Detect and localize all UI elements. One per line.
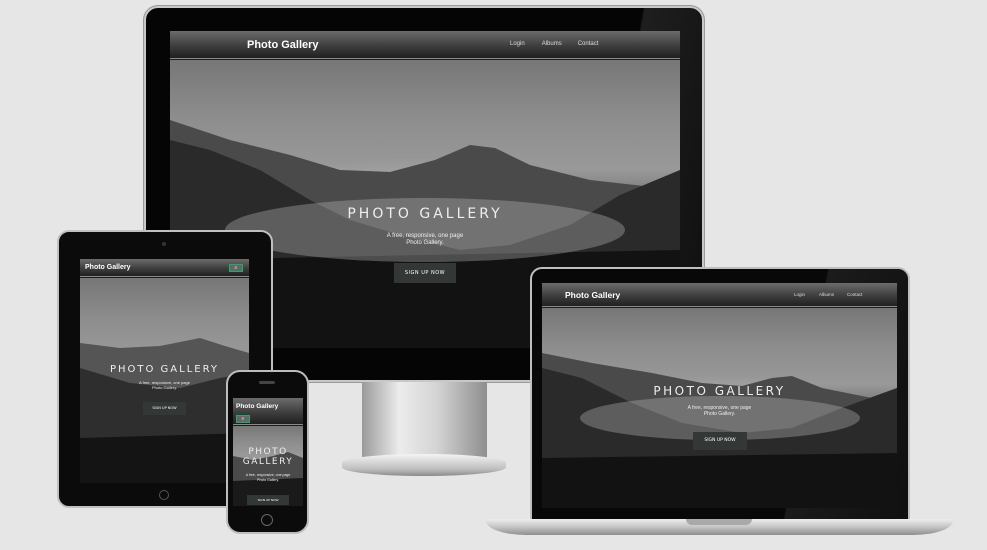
laptop-nav-login[interactable]: Login <box>794 292 805 297</box>
tablet-brand[interactable]: Photo Gallery <box>85 264 131 271</box>
phone-hero-title-1: PHOTO <box>248 447 288 457</box>
laptop-hero-subtitle-2: Photo Gallery. <box>703 411 736 417</box>
tablet-home-button[interactable] <box>159 490 169 500</box>
tablet-hero: PHOTO GALLERY A free, responsive, one pa… <box>80 278 249 483</box>
laptop-screen: Photo Gallery Login Albums Contact PHOTO… <box>542 283 897 508</box>
tablet-camera <box>162 242 166 246</box>
tablet-screen: Photo Gallery ≡ PHOTO GALLERY A free, re… <box>80 259 249 483</box>
desktop-nav-albums[interactable]: Albums <box>542 41 562 47</box>
phone-hero-subtitle-1: A free, responsive, one page <box>245 473 291 477</box>
laptop-nav-links: Login Albums Contact <box>794 292 863 297</box>
phone-menu-icon[interactable]: ≡ <box>236 415 250 423</box>
phone-signup-button[interactable]: SIGN UP NOW <box>247 495 289 505</box>
laptop-brand[interactable]: Photo Gallery <box>565 290 620 300</box>
tablet-hero-title: PHOTO GALLERY <box>109 364 220 375</box>
phone-speaker <box>259 381 275 384</box>
laptop-notch <box>686 519 752 525</box>
phone-home-button[interactable] <box>261 514 273 526</box>
desktop-nav-links: Login Albums Contact <box>510 41 598 47</box>
laptop-nav-contact[interactable]: Contact <box>847 292 863 297</box>
tablet-menu-icon[interactable]: ≡ <box>229 264 243 272</box>
desktop-signup-button[interactable]: SIGN UP NOW <box>394 263 456 283</box>
laptop-hero-title: PHOTO GALLERY <box>653 384 786 398</box>
laptop-navbar: Photo Gallery Login Albums Contact <box>542 283 897 307</box>
laptop-nav-albums[interactable]: Albums <box>819 292 834 297</box>
laptop-signup-button[interactable]: SIGN UP NOW <box>693 432 747 450</box>
desktop-brand[interactable]: Photo Gallery <box>247 39 319 51</box>
desktop-navbar: Photo Gallery Login Albums Contact <box>170 31 680 59</box>
phone-hero-subtitle-2: Photo Gallery. <box>257 478 279 482</box>
desktop-hero-title: PHOTO GALLERY <box>347 206 503 222</box>
phone-hero-title-2: GALLERY <box>242 457 294 467</box>
laptop-hero: PHOTO GALLERY A free, responsive, one pa… <box>542 308 897 508</box>
tablet-signup-button[interactable]: SIGN UP NOW <box>143 402 186 415</box>
phone-hero: PHOTO GALLERY A free, responsive, one pa… <box>233 426 303 506</box>
monitor-stand-base <box>342 454 506 476</box>
desktop-nav-contact[interactable]: Contact <box>578 41 599 47</box>
phone-brand[interactable]: Photo Gallery <box>236 403 278 410</box>
tablet-navbar: Photo Gallery ≡ <box>80 259 249 277</box>
phone-navbar: Photo Gallery ≡ <box>233 398 303 425</box>
monitor-stand-neck <box>362 382 487 458</box>
desktop-nav-login[interactable]: Login <box>510 41 525 47</box>
phone-screen: Photo Gallery ≡ PHOTO GALLERY A free, re… <box>233 398 303 506</box>
tablet-hero-subtitle-2: Photo Gallery. <box>151 385 178 390</box>
